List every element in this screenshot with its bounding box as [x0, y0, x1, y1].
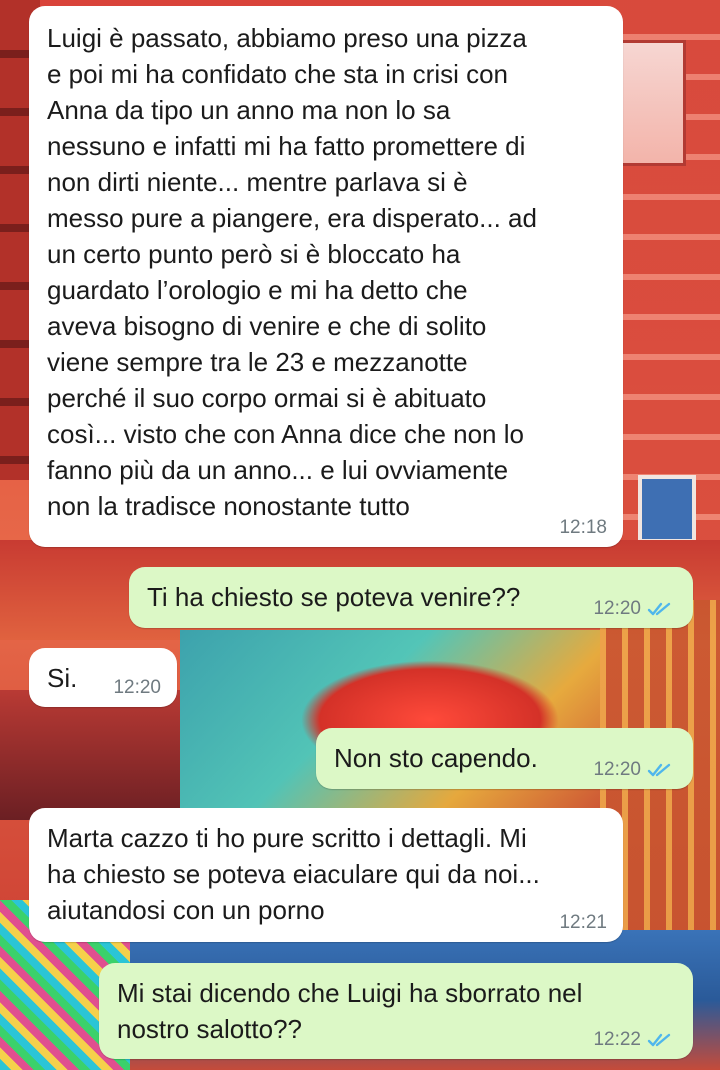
double-check-read-icon [647, 602, 671, 616]
incoming-message-bubble[interactable]: Marta cazzo ti ho pure scritto i dettagl… [29, 808, 623, 942]
double-check-read-icon [647, 763, 671, 777]
double-check-read-icon [647, 1033, 671, 1047]
message-timestamp: 12:18 [559, 517, 607, 538]
message-timestamp: 12:20 [593, 759, 641, 780]
outgoing-message-bubble[interactable]: Mi stai dicendo che Luigi ha sborrato ne… [99, 963, 693, 1059]
message-timestamp: 12:21 [559, 912, 607, 933]
incoming-message-bubble[interactable]: Luigi è passato, abbiamo preso una pizza… [29, 6, 623, 547]
message-meta: 12:20 [113, 677, 161, 699]
message-timestamp: 12:22 [593, 1029, 641, 1050]
chat-message-list[interactable]: Luigi è passato, abbiamo preso una pizza… [0, 0, 720, 1070]
outgoing-message-bubble[interactable]: Ti ha chiesto se poteva venire?? 12:20 [129, 567, 693, 628]
message-text: Luigi è passato, abbiamo preso una pizza… [47, 23, 537, 521]
message-meta: 12:21 [559, 912, 607, 934]
message-meta: 12:22 [593, 1029, 677, 1051]
message-meta: 12:20 [593, 598, 677, 620]
outgoing-message-bubble[interactable]: Non sto capendo. 12:20 [316, 728, 693, 789]
incoming-message-bubble[interactable]: Si. 12:20 [29, 648, 177, 707]
message-meta: 12:20 [593, 759, 677, 781]
message-text: Mi stai dicendo che Luigi ha sborrato ne… [117, 978, 583, 1044]
message-timestamp: 12:20 [113, 677, 161, 698]
message-meta: 12:18 [559, 517, 607, 539]
message-timestamp: 12:20 [593, 598, 641, 619]
message-text: Marta cazzo ti ho pure scritto i dettagl… [47, 823, 540, 925]
